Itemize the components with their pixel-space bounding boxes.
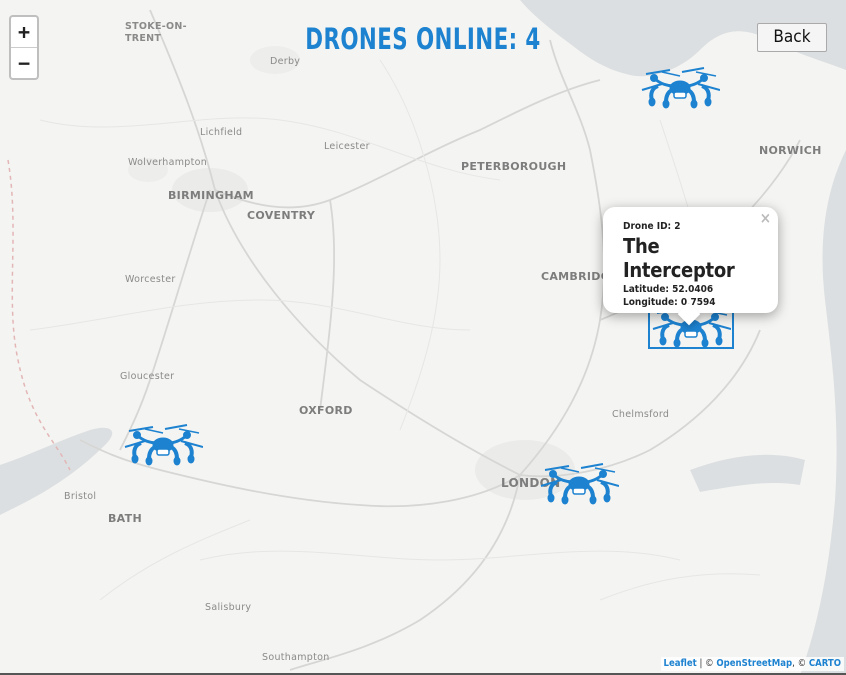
city-label-gloucester: Gloucester (120, 371, 175, 382)
drone-icon (540, 463, 620, 505)
drone-icon (124, 424, 204, 466)
carto-link[interactable]: CARTO (809, 658, 841, 669)
city-label-lichfield: Lichfield (200, 127, 243, 138)
city-label-bristol: Bristol (64, 491, 97, 502)
city-label-coventry: COVENTRY (247, 209, 316, 222)
drone-marker-icon[interactable] (640, 64, 721, 110)
zoom-out-button[interactable]: − (11, 48, 37, 78)
popup-close-button[interactable]: × (760, 209, 771, 227)
city-label-leicester: Leicester (324, 141, 370, 152)
drone-icon (641, 67, 721, 109)
map-container[interactable]: STOKE-ON- TRENT Derby Lichfield Leicester… (0, 0, 846, 675)
city-label-wolverhampton: Wolverhampton (128, 157, 208, 168)
zoom-control: + − (9, 15, 39, 80)
popup-drone-id: Drone ID: 2 (623, 221, 681, 232)
drones-online-title: DRONES ONLINE: 4 (305, 22, 541, 56)
city-label-birmingham: BIRMINGHAM (168, 189, 254, 202)
leaflet-link[interactable]: Leaflet (664, 658, 697, 669)
drone-marker-icon[interactable] (539, 460, 620, 506)
city-label-salisbury: Salisbury (205, 602, 252, 613)
city-label-worcester: Worcester (125, 274, 176, 285)
back-button[interactable]: Back (757, 23, 827, 52)
city-label-oxford: OXFORD (299, 404, 353, 417)
popup-longitude: Longitude: 0.7594 (623, 297, 716, 308)
zoom-in-button[interactable]: + (11, 17, 37, 48)
popup-latitude: Latitude: 52.0406 (623, 284, 714, 295)
popup-drone-name: The Interceptor (623, 234, 735, 282)
city-label-norwich: NORWICH (759, 144, 822, 157)
map-attribution: Leaflet | © OpenStreetMap, © CARTO (660, 657, 844, 671)
drone-info-popup: × Drone ID: 2 The Interceptor Latitude: … (603, 207, 778, 326)
city-label-bath: BATH (108, 512, 142, 525)
openstreetmap-link[interactable]: OpenStreetMap (716, 658, 792, 669)
city-label-southampton: Southampton (262, 652, 330, 663)
attribution-separator: | © (696, 658, 717, 669)
city-label-derby: Derby (270, 56, 301, 67)
drone-marker-icon[interactable] (123, 421, 204, 467)
city-label-peterborough: PETERBOROUGH (461, 160, 567, 173)
attribution-separator: , © (792, 658, 809, 669)
city-label-chelmsford: Chelmsford (612, 409, 670, 420)
